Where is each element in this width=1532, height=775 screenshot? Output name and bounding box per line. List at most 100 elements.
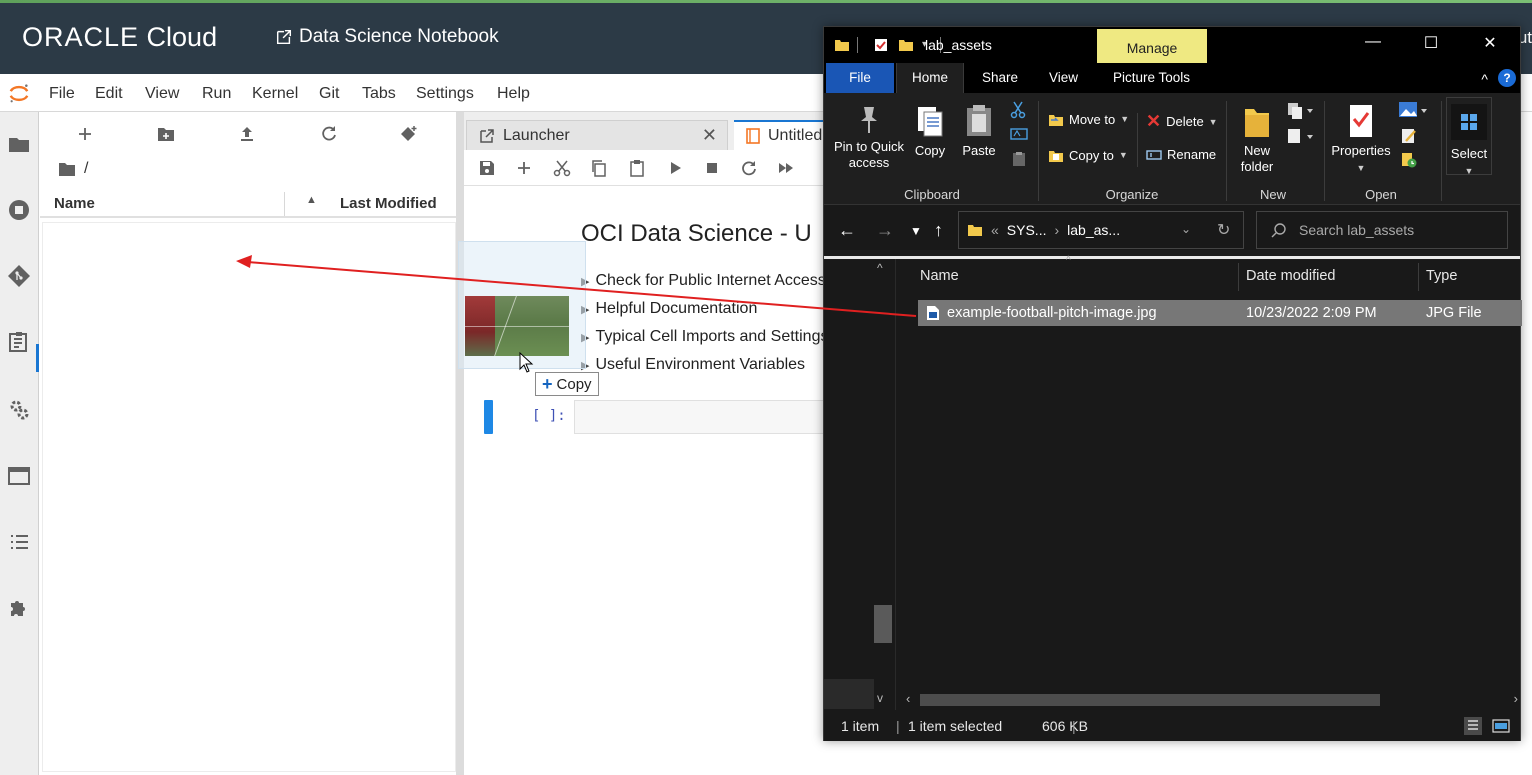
- cut-icon[interactable]: [553, 159, 571, 177]
- file-name[interactable]: example-football-pitch-image.jpg: [947, 305, 1157, 321]
- breadcrumb-path[interactable]: /: [84, 160, 88, 178]
- insert-cell-icon[interactable]: [515, 159, 533, 177]
- extensions-puzzle-icon[interactable]: [7, 596, 31, 620]
- navigation-pane[interactable]: ^ v: [824, 259, 896, 710]
- run-icon[interactable]: [666, 159, 684, 177]
- collapse-ribbon-icon[interactable]: ^: [1481, 71, 1488, 87]
- horizontal-scrollbar[interactable]: ‹ ›: [904, 691, 1520, 709]
- property-inspector-icon[interactable]: [7, 330, 31, 354]
- chevron-right-icon[interactable]: ›: [1054, 222, 1059, 238]
- recent-locations-icon[interactable]: ▼: [910, 224, 922, 238]
- menu-kernel[interactable]: Kernel: [252, 85, 298, 103]
- new-item-icon[interactable]: [1286, 101, 1314, 119]
- menu-edit[interactable]: Edit: [95, 85, 123, 103]
- menu-help[interactable]: Help: [497, 85, 530, 103]
- path-root[interactable]: SYS...: [1007, 222, 1047, 238]
- column-date-modified[interactable]: Date modified: [1246, 268, 1335, 284]
- open-with-icon[interactable]: [1398, 101, 1428, 119]
- column-last-modified[interactable]: Last Modified: [340, 195, 437, 212]
- new-folder-button[interactable]: New folder: [1234, 103, 1280, 175]
- nav-pane-scrollbar-thumb[interactable]: [874, 605, 892, 643]
- copy-path-icon[interactable]: [1010, 127, 1028, 141]
- cut-icon[interactable]: [1010, 101, 1026, 119]
- menu-tabs[interactable]: Tabs: [362, 85, 396, 103]
- path-folder[interactable]: lab_as...: [1067, 222, 1120, 238]
- minimize-icon[interactable]: —: [1350, 33, 1396, 57]
- maximize-icon[interactable]: ☐: [1408, 33, 1454, 57]
- paste-icon[interactable]: [628, 159, 646, 177]
- search-input[interactable]: Search lab_assets: [1256, 211, 1508, 249]
- git-icon[interactable]: [7, 264, 31, 288]
- stop-icon[interactable]: [703, 159, 721, 177]
- code-cell-input[interactable]: [574, 400, 834, 434]
- rename-button[interactable]: Rename: [1146, 147, 1216, 162]
- menu-view[interactable]: View: [145, 85, 179, 103]
- scroll-down-icon[interactable]: v: [877, 691, 883, 705]
- file-list-drop-area[interactable]: [42, 222, 456, 772]
- move-to-button[interactable]: Move to ▼: [1048, 111, 1129, 127]
- easy-access-icon[interactable]: [1286, 127, 1314, 145]
- menu-git[interactable]: Git: [319, 85, 339, 103]
- panel-splitter[interactable]: [456, 112, 464, 775]
- heading-cell-imports[interactable]: ▶ Typical Cell Imports and Settings: [581, 328, 828, 346]
- delete-button[interactable]: ✕ Delete ▼: [1146, 111, 1218, 132]
- save-icon[interactable]: [478, 159, 496, 177]
- column-type[interactable]: Type: [1426, 268, 1457, 284]
- new-launcher-icon[interactable]: [75, 124, 95, 144]
- ribbon-tab-view[interactable]: View: [1037, 63, 1090, 93]
- scroll-up-icon[interactable]: ^: [877, 261, 883, 275]
- restart-icon[interactable]: [740, 159, 758, 177]
- history-icon[interactable]: [1400, 151, 1418, 169]
- ribbon-tab-share[interactable]: Share: [970, 63, 1030, 93]
- back-arrow-icon[interactable]: ←: [838, 220, 856, 241]
- tab-launcher[interactable]: Launcher ✕: [466, 120, 728, 150]
- heading-env-variables[interactable]: ▶ Useful Environment Variables: [581, 356, 805, 374]
- copy-icon[interactable]: [590, 159, 608, 177]
- upload-icon[interactable]: [237, 124, 257, 144]
- heading-documentation[interactable]: ▶ Helpful Documentation: [581, 300, 757, 318]
- table-of-contents-icon[interactable]: [7, 530, 31, 554]
- file-row[interactable]: example-football-pitch-image.jpg 10/23/2…: [918, 300, 1522, 326]
- scroll-right-icon[interactable]: ›: [1514, 691, 1518, 706]
- new-folder-icon[interactable]: [898, 37, 914, 53]
- chevron-down-icon[interactable]: ⌄: [1181, 222, 1191, 236]
- up-arrow-icon[interactable]: ↑: [934, 220, 943, 241]
- copy-to-button[interactable]: Copy to ▼: [1048, 147, 1128, 163]
- settings-gears-icon[interactable]: [7, 398, 31, 422]
- heading-public-internet[interactable]: ▶ Check for Public Internet Access: [581, 272, 826, 290]
- horizontal-scrollbar-thumb[interactable]: [920, 694, 1380, 706]
- details-view-icon[interactable]: [1464, 717, 1482, 735]
- open-tabs-icon[interactable]: [7, 464, 31, 488]
- close-icon[interactable]: ✕: [702, 125, 717, 146]
- ribbon-tab-file[interactable]: File: [826, 63, 894, 93]
- menu-run[interactable]: Run: [202, 85, 231, 103]
- column-name[interactable]: Name: [920, 268, 959, 284]
- menu-settings[interactable]: Settings: [416, 85, 474, 103]
- forward-arrow-icon[interactable]: →: [876, 220, 894, 241]
- properties-button[interactable]: Properties ▼: [1328, 103, 1394, 176]
- edit-icon[interactable]: [1400, 127, 1418, 145]
- column-separator[interactable]: [1238, 263, 1239, 291]
- close-icon[interactable]: ✕: [1467, 33, 1513, 57]
- sort-ascending-icon[interactable]: ▲: [306, 194, 317, 206]
- home-folder-icon[interactable]: [58, 161, 76, 177]
- manage-contextual-tab[interactable]: Manage: [1097, 29, 1207, 63]
- select-button[interactable]: Select ▼: [1446, 97, 1492, 176]
- ribbon-tab-home[interactable]: Home: [896, 63, 964, 93]
- git-clone-icon[interactable]: [399, 124, 419, 144]
- paste-button[interactable]: Paste: [958, 103, 1000, 159]
- data-science-notebook-link[interactable]: Data Science Notebook: [275, 26, 499, 48]
- properties-check-icon[interactable]: [873, 37, 889, 53]
- help-icon[interactable]: ?: [1498, 69, 1516, 87]
- folder-icon[interactable]: [7, 132, 31, 156]
- paste-shortcut-icon[interactable]: [1012, 151, 1026, 167]
- fast-forward-icon[interactable]: [777, 159, 795, 177]
- menu-file[interactable]: File: [49, 85, 75, 103]
- scroll-left-icon[interactable]: ‹: [906, 691, 910, 706]
- pin-to-quick-access-button[interactable]: Pin to Quick access: [830, 103, 908, 171]
- oracle-cloud-logo[interactable]: ORACLE Cloud: [22, 22, 217, 53]
- large-icons-view-icon[interactable]: [1492, 717, 1510, 735]
- overflow-icon[interactable]: «: [991, 222, 999, 238]
- new-folder-icon[interactable]: [156, 124, 176, 144]
- address-path-field[interactable]: « SYS... › lab_as... ⌄ ↻: [958, 211, 1244, 249]
